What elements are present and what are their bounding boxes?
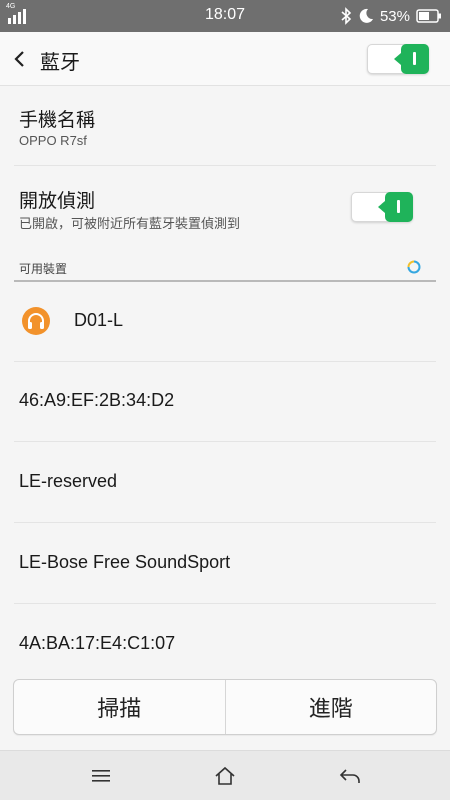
device-item[interactable]: 46:A9:EF:2B:34:D2 xyxy=(0,362,450,442)
status-bar: 4G 18:07 53% xyxy=(0,0,450,32)
device-item[interactable]: LE-reserved xyxy=(0,443,450,523)
device-name: LE-reserved xyxy=(19,471,118,491)
device-name: LE-Bose Free SoundSport xyxy=(19,552,231,572)
device-name: 4A:BA:17:E4:C1:07 xyxy=(19,633,176,653)
device-item[interactable]: LE-Bose Free SoundSport xyxy=(0,524,450,604)
back-chevron-icon[interactable] xyxy=(10,46,32,72)
discoverable-label: 開放偵測 xyxy=(19,190,96,212)
available-devices-label: 可用裝置 xyxy=(19,262,68,276)
divider xyxy=(14,165,436,166)
discoverable-description: 已開啟，可被附近所有藍牙裝置偵測到 xyxy=(19,217,241,232)
divider xyxy=(14,603,436,604)
bluetooth-icon xyxy=(341,7,352,25)
battery-percent: 53% xyxy=(379,7,410,25)
action-buttons: 掃描 進階 xyxy=(13,679,437,735)
loading-spinner-icon xyxy=(407,260,421,274)
advanced-button[interactable]: 進階 xyxy=(224,680,437,734)
back-icon[interactable] xyxy=(338,765,362,787)
page-title: 藍牙 xyxy=(40,50,80,74)
menu-icon[interactable] xyxy=(89,765,113,787)
system-nav-bar xyxy=(0,750,450,800)
toggle-knob xyxy=(378,192,413,222)
phone-name-value: OPPO R7sf xyxy=(19,133,87,148)
phone-name-label[interactable]: 手機名稱 xyxy=(19,105,95,132)
divider xyxy=(14,441,436,442)
divider xyxy=(14,522,436,523)
device-name: D01-L xyxy=(74,310,124,330)
toggle-knob xyxy=(394,44,429,74)
bluetooth-toggle[interactable] xyxy=(367,44,429,74)
discoverable-toggle[interactable] xyxy=(351,192,413,222)
battery-icon xyxy=(416,9,441,23)
scan-button[interactable]: 掃描 xyxy=(14,680,225,734)
moon-icon xyxy=(359,8,373,23)
device-item[interactable]: D01-L xyxy=(0,282,450,362)
home-icon[interactable] xyxy=(213,765,237,787)
device-item[interactable]: 4A:BA:17:E4:C1:07 xyxy=(0,605,450,685)
app-header: 藍牙 xyxy=(0,32,450,86)
device-name: 46:A9:EF:2B:34:D2 xyxy=(19,390,175,410)
headphones-icon xyxy=(22,307,50,335)
